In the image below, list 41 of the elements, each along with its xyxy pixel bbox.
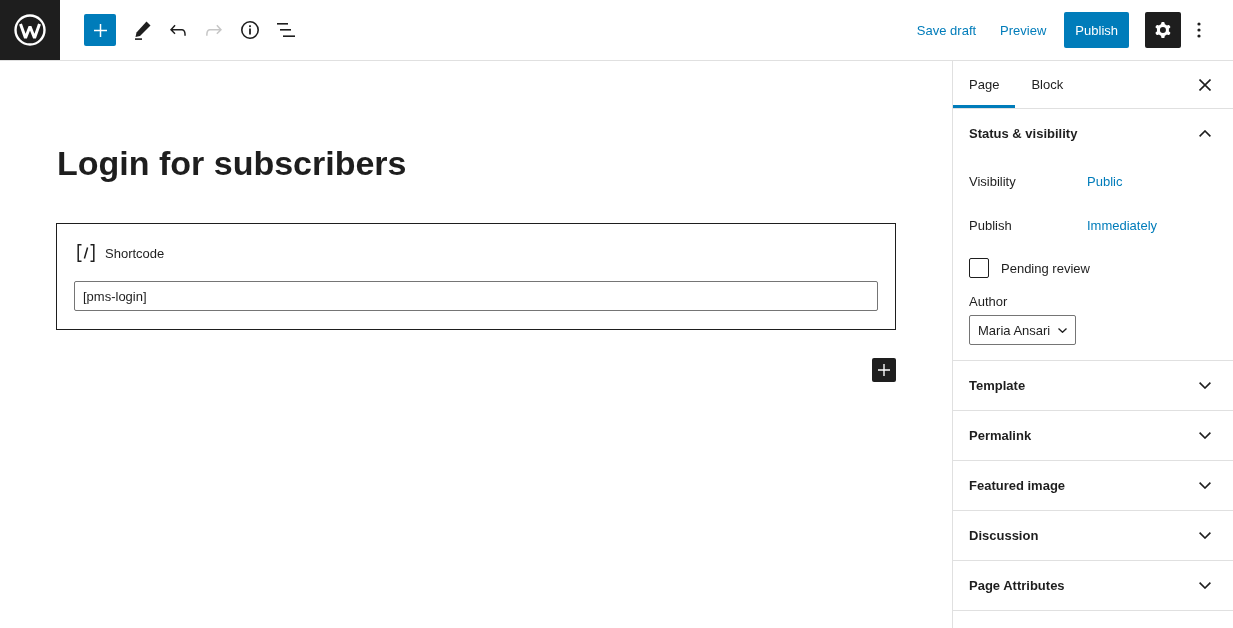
shortcode-block[interactable]: Shortcode [pms-login]	[56, 223, 896, 330]
author-select[interactable]: Maria Ansari	[969, 315, 1077, 345]
chevron-down-icon	[1199, 532, 1211, 539]
close-icon	[1199, 78, 1211, 91]
settings-button[interactable]	[1145, 12, 1181, 48]
logo-icon	[14, 14, 46, 46]
chevron-down-icon	[1199, 482, 1211, 489]
panel-header[interactable]: Discussion	[953, 511, 1233, 560]
field-label: Author	[969, 295, 1009, 309]
text-button[interactable]: Save draft	[904, 12, 989, 48]
page-title[interactable]: Login for subscribers	[57, 140, 896, 186]
plus-icon	[93, 23, 107, 37]
panel-header[interactable]: Featured image	[953, 461, 1233, 510]
chevron-down-icon	[1199, 582, 1211, 589]
chevron-down-icon	[1199, 382, 1211, 389]
add-block-button[interactable]	[872, 358, 896, 382]
sidebar-tab[interactable]: Page	[953, 61, 1016, 108]
setting-label: Visibility	[969, 173, 1017, 189]
checkbox[interactable]	[969, 258, 989, 278]
panel-header[interactable]: Permalink	[953, 411, 1233, 460]
publish-button[interactable]: Publish	[1064, 12, 1129, 48]
plus-icon	[878, 364, 890, 376]
panel-header[interactable]: Page Attributes	[953, 561, 1233, 610]
chevron-down-icon	[1058, 327, 1068, 333]
sidebar-tab[interactable]: Block	[1015, 61, 1080, 108]
setting-label: Publish	[969, 217, 1013, 233]
chevron-up-icon	[1199, 130, 1211, 137]
bracket-slash-icon	[77, 244, 95, 262]
panel-header[interactable]: Template	[953, 361, 1233, 410]
more-options-icon	[1197, 22, 1201, 38]
panel-header[interactable]: Status & visibility	[953, 109, 1233, 158]
add-block-button[interactable]	[84, 14, 116, 46]
chevron-down-icon	[1199, 432, 1211, 439]
checkbox-label: Pending review	[1001, 260, 1090, 276]
block-label: Shortcode	[105, 245, 165, 261]
text-button[interactable]: Preview	[988, 12, 1059, 48]
setting-link[interactable]: Public	[1087, 173, 1123, 189]
logo-button[interactable]	[0, 0, 60, 60]
shortcode-input[interactable]: [pms-login]	[74, 281, 878, 311]
settings-icon	[1155, 22, 1171, 38]
setting-link[interactable]: Immediately	[1087, 217, 1158, 233]
